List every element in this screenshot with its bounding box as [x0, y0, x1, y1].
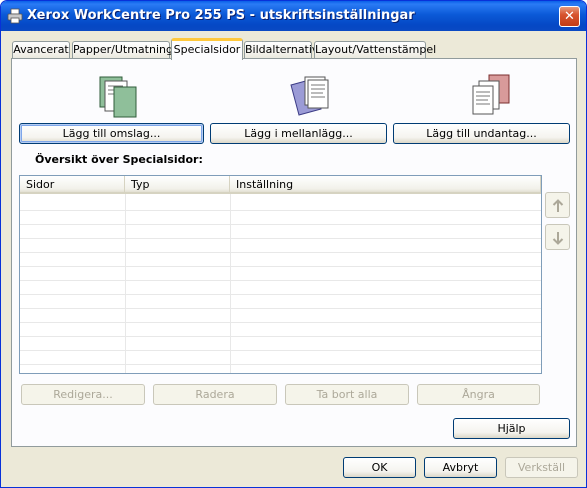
row-gridline — [20, 294, 541, 295]
cancel-button[interactable]: Avbryt — [424, 457, 497, 478]
row-gridline — [20, 350, 541, 351]
help-button[interactable]: Hjälp — [453, 418, 570, 439]
tab-bildalternativ[interactable]: Bildalternativ — [244, 41, 318, 59]
tab-papper-utmatning[interactable]: Papper/Utmatning — [72, 41, 173, 59]
tab-specialsidor[interactable]: Specialsidor — [171, 38, 243, 60]
row-gridline — [20, 210, 541, 211]
delete-button[interactable]: Radera — [153, 384, 277, 405]
add-exception-button[interactable]: Lägg till undantag... — [393, 123, 570, 144]
row-gridline — [20, 266, 541, 267]
close-icon: ✕ — [564, 9, 575, 24]
row-gridline — [20, 322, 541, 323]
ok-button[interactable]: OK — [343, 457, 416, 478]
edit-button[interactable]: Redigera... — [21, 384, 145, 405]
row-gridline — [20, 280, 541, 281]
list-header: Sidor Typ Inställning — [20, 176, 541, 194]
tab-layout-vattenstampel[interactable]: Layout/Vattenstämpel — [314, 41, 436, 59]
row-gridline — [20, 364, 541, 365]
exception-pages-icon — [472, 74, 510, 115]
row-gridline — [20, 238, 541, 239]
column-header-sidor[interactable]: Sidor — [20, 176, 125, 194]
arrow-down-icon — [552, 232, 564, 245]
print-settings-dialog: Xerox WorkCentre Pro 255 PS - utskriftsi… — [0, 0, 587, 488]
delete-all-button[interactable]: Ta bort alla — [285, 384, 409, 405]
add-insert-button[interactable]: Lägg i mellanlägg... — [210, 123, 387, 144]
row-gridline — [20, 336, 541, 337]
column-header-installning[interactable]: Inställning — [230, 176, 541, 194]
add-cover-button[interactable]: Lägg till omslag... — [19, 123, 204, 144]
row-gridline — [20, 308, 541, 309]
title-bar[interactable]: Xerox WorkCentre Pro 255 PS - utskriftsi… — [1, 1, 586, 31]
special-pages-list[interactable]: Sidor Typ Inställning — [19, 175, 542, 374]
arrow-up-icon — [552, 199, 564, 212]
column-header-typ[interactable]: Typ — [125, 176, 230, 194]
column-divider — [125, 194, 126, 373]
column-divider — [230, 194, 231, 373]
move-down-button[interactable] — [545, 224, 570, 250]
window-title: Xerox WorkCentre Pro 255 PS - utskriftsi… — [27, 8, 415, 23]
row-gridline — [20, 224, 541, 225]
close-button[interactable]: ✕ — [559, 6, 580, 27]
undo-button[interactable]: Ångra — [417, 384, 540, 405]
move-up-button[interactable] — [545, 192, 570, 218]
row-gridline — [20, 252, 541, 253]
insert-pages-icon — [290, 76, 329, 116]
apply-button[interactable]: Verkställ — [505, 457, 578, 478]
tab-avancerat[interactable]: Avancerat — [12, 41, 70, 59]
overview-heading: Översikt över Specialsidor: — [35, 153, 203, 166]
cover-pages-icon — [99, 76, 137, 118]
printer-icon — [7, 8, 23, 24]
